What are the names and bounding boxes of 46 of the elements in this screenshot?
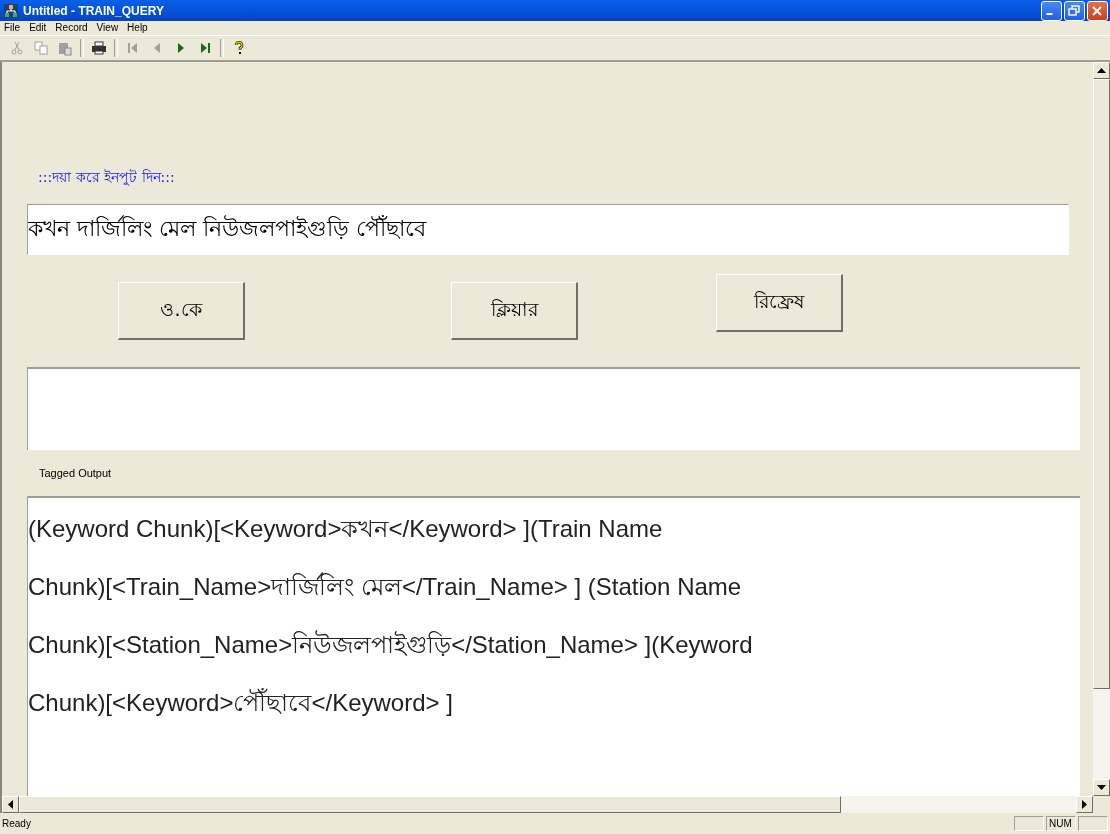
input-field[interactable]: কখন দার্জিলিং মেল নিউজলপাইগুড়ি পৌঁছাবে [27, 204, 1069, 256]
scroll-left-button[interactable] [2, 796, 19, 813]
size-grip[interactable] [1093, 796, 1110, 813]
tagged-output-line: Chunk)[<Train_Name>দার্জিলিং মেল</Train_Name> ] (Station Name [28, 571, 742, 602]
menu-item[interactable]: Help [127, 22, 148, 33]
horizontal-scrollbar[interactable] [2, 796, 1110, 813]
printer-icon [91, 40, 107, 56]
status-indicator: NUM [1046, 816, 1076, 831]
status-pane [1014, 816, 1044, 831]
scroll-up-button[interactable] [1093, 62, 1110, 79]
tagged-output-box[interactable] [27, 496, 1080, 796]
arrow-up-icon [1097, 68, 1106, 73]
arrow-down-icon [1097, 785, 1106, 790]
form-button[interactable]: ও.কে [118, 282, 245, 341]
scroll-right-button[interactable] [1076, 796, 1093, 813]
restore-icon [1067, 3, 1081, 18]
restore-button[interactable] [1064, 0, 1085, 21]
arrow-right-icon [1082, 800, 1087, 809]
clipboard-icon [57, 40, 73, 56]
scissors-icon [9, 40, 25, 56]
menu-item[interactable]: View [96, 22, 119, 33]
close-button[interactable] [1087, 0, 1108, 21]
status-pane [1078, 816, 1108, 831]
menu-item[interactable]: File [4, 22, 21, 33]
scrollbar-thumb[interactable] [1093, 79, 1110, 689]
network-icon [3, 2, 19, 19]
menu-item[interactable]: Record [55, 22, 88, 33]
menu-item[interactable]: Edit [29, 22, 47, 33]
prompt-label: :::দয়া করে ইনপুট দিন::: [38, 168, 175, 184]
scroll-down-button[interactable] [1093, 779, 1110, 796]
vertical-scrollbar[interactable] [1093, 62, 1110, 796]
tagged-output-line: (Keyword Chunk)[<Keyword>কখন</Keyword> ](Train Name [28, 514, 663, 544]
copy-icon [33, 40, 49, 56]
tagged-output-line: Chunk)[<Station_Name>নিউজলপাইগুড়ি</Station_Name> ](Keyword [28, 629, 753, 660]
output-label: Tagged Output [39, 467, 112, 479]
close-icon [1090, 3, 1104, 18]
minimize-button[interactable] [1041, 0, 1062, 21]
scrollbar-thumb[interactable] [19, 796, 841, 813]
form-button[interactable]: রিফ্রেষ [716, 274, 843, 333]
minimize-icon [1046, 12, 1053, 15]
form-button[interactable]: ক্লিয়ার [451, 282, 578, 341]
window-title: Untitled - TRAIN_QUERY [23, 3, 165, 18]
output-box[interactable] [27, 367, 1080, 450]
tagged-output-line: Chunk)[<Keyword>পৌঁছাবে</Keyword> ] [28, 687, 453, 718]
status-text: Ready [2, 818, 32, 829]
arrow-left-icon [8, 800, 13, 809]
